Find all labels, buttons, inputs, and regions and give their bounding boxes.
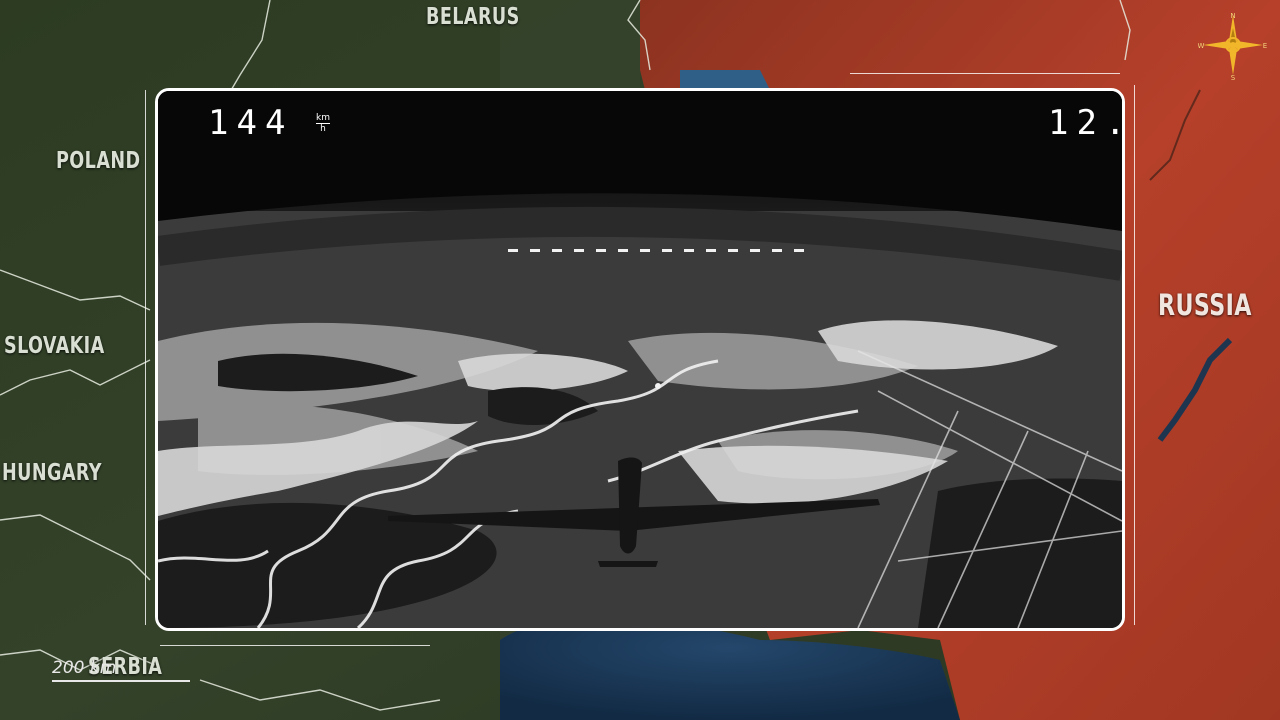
label-belarus: BELARUS <box>426 4 520 30</box>
label-slovakia: SLOVAKIA <box>4 333 105 359</box>
speed-unit-km: km <box>316 113 330 124</box>
thermal-footage <box>158 91 1122 628</box>
frame-accent-top <box>850 73 1120 74</box>
compass-n: N <box>1230 12 1235 20</box>
speed-readout: 144 <box>208 103 294 143</box>
compass-s: S <box>1231 74 1236 80</box>
frame-accent-right <box>1134 85 1135 625</box>
compass-e: E <box>1263 42 1267 50</box>
label-poland: POLAND <box>56 148 141 174</box>
speed-unit: km h <box>316 113 330 134</box>
label-russia: RUSSIA <box>1158 288 1252 322</box>
drone-video-frame[interactable]: 144 km h 12. <box>155 88 1125 631</box>
frame-accent-bottom <box>160 645 430 646</box>
compass-rose-icon: N S W E <box>1198 10 1268 82</box>
altitude-readout: 12. <box>1048 103 1125 143</box>
compass-w: W <box>1198 42 1205 50</box>
scale-line <box>52 680 190 682</box>
frame-accent-left <box>145 90 146 625</box>
speed-unit-h: h <box>320 124 326 134</box>
scale-bar: 200 km <box>52 658 190 682</box>
scale-label: 200 km <box>52 658 117 678</box>
label-hungary: HUNGARY <box>2 460 102 486</box>
